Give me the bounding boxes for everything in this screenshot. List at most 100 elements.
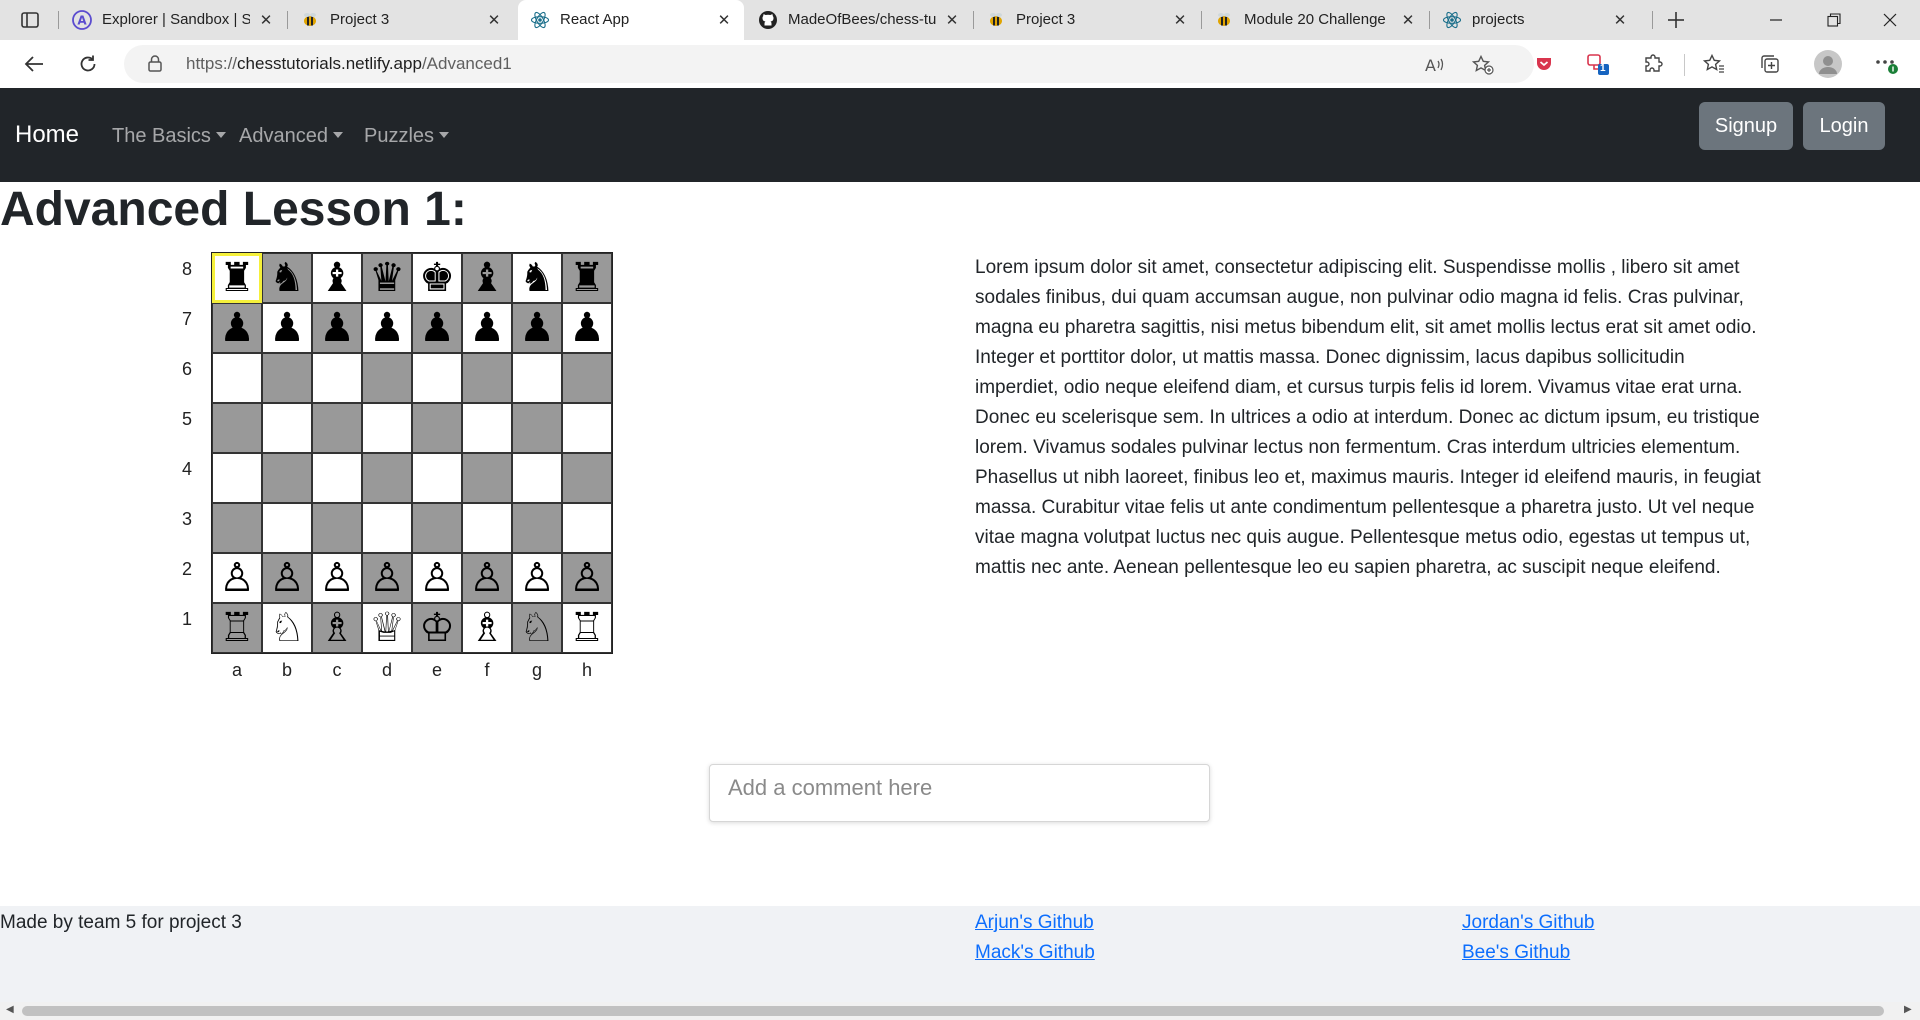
board-square-f5[interactable] — [462, 403, 512, 453]
board-square-b3[interactable] — [262, 503, 312, 553]
board-square-a3[interactable] — [212, 503, 262, 553]
board-square-a5[interactable] — [212, 403, 262, 453]
board-square-g8[interactable]: ♞ — [512, 253, 562, 303]
close-tab-icon[interactable]: ✕ — [942, 10, 962, 30]
board-square-b2[interactable]: ♙ — [262, 553, 312, 603]
board-square-h5[interactable] — [562, 403, 612, 453]
nav-dropdown-advanced[interactable]: Advanced — [239, 125, 343, 148]
board-square-c1[interactable]: ♗ — [312, 603, 362, 653]
browser-tab-1[interactable]: A Explorer | Sandbox | St ✕ — [60, 0, 286, 40]
url-text[interactable]: https://chesstutorials.netlify.app/Advan… — [186, 54, 512, 74]
board-square-f3[interactable] — [462, 503, 512, 553]
board-square-c3[interactable] — [312, 503, 362, 553]
jordan-github-link[interactable]: Jordan's Github — [1462, 912, 1594, 934]
add-favorite-icon[interactable] — [1472, 54, 1494, 76]
board-square-d8[interactable]: ♛ — [362, 253, 412, 303]
comment-input[interactable] — [728, 773, 1188, 803]
board-square-e1[interactable]: ♔ — [412, 603, 462, 653]
board-square-e4[interactable] — [412, 453, 462, 503]
scroll-left-icon[interactable]: ◀ — [6, 1004, 14, 1015]
board-square-e3[interactable] — [412, 503, 462, 553]
board-square-c6[interactable] — [312, 353, 362, 403]
address-bar[interactable]: https://chesstutorials.netlify.app/Advan… — [124, 45, 1534, 83]
arjun-github-link[interactable]: Arjun's Github — [975, 912, 1094, 934]
close-tab-icon[interactable]: ✕ — [714, 10, 734, 30]
board-square-a2[interactable]: ♙ — [212, 553, 262, 603]
board-square-c4[interactable] — [312, 453, 362, 503]
board-square-h4[interactable] — [562, 453, 612, 503]
board-square-b4[interactable] — [262, 453, 312, 503]
board-square-a4[interactable] — [212, 453, 262, 503]
close-tab-icon[interactable]: ✕ — [1610, 10, 1630, 30]
board-square-a1[interactable]: ♖ — [212, 603, 262, 653]
board-square-d3[interactable] — [362, 503, 412, 553]
profile-avatar-icon[interactable] — [1812, 48, 1844, 80]
mack-github-link[interactable]: Mack's Github — [975, 942, 1095, 964]
board-square-c7[interactable]: ♟ — [312, 303, 362, 353]
read-aloud-icon[interactable]: A — [1424, 54, 1446, 76]
board-square-h2[interactable]: ♙ — [562, 553, 612, 603]
browser-tab-5[interactable]: Project 3 ✕ — [974, 0, 1200, 40]
board-square-d5[interactable] — [362, 403, 412, 453]
board-square-f4[interactable] — [462, 453, 512, 503]
back-icon[interactable] — [18, 48, 50, 80]
board-square-f8[interactable]: ♝ — [462, 253, 512, 303]
board-square-b7[interactable]: ♟ — [262, 303, 312, 353]
board-square-e7[interactable]: ♟ — [412, 303, 462, 353]
board-square-g1[interactable]: ♘ — [512, 603, 562, 653]
close-window-icon[interactable] — [1862, 0, 1918, 40]
tab-actions-icon[interactable] — [16, 6, 44, 34]
board-square-d4[interactable] — [362, 453, 412, 503]
board-square-d1[interactable]: ♕ — [362, 603, 412, 653]
extension-notification-icon[interactable]: 1 — [1584, 50, 1612, 78]
board-square-e8[interactable]: ♚ — [412, 253, 462, 303]
board-square-g6[interactable] — [512, 353, 562, 403]
close-tab-icon[interactable]: ✕ — [1170, 10, 1190, 30]
settings-more-icon[interactable] — [1872, 50, 1900, 78]
board-square-a7[interactable]: ♟ — [212, 303, 262, 353]
nav-dropdown-puzzles[interactable]: Puzzles — [364, 125, 450, 148]
board-square-d6[interactable] — [362, 353, 412, 403]
board-square-b6[interactable] — [262, 353, 312, 403]
horizontal-scrollbar[interactable]: ◀ ▶ — [0, 1002, 1920, 1020]
signup-button[interactable]: Signup — [1699, 102, 1793, 150]
extensions-icon[interactable] — [1640, 50, 1668, 78]
board-square-d7[interactable]: ♟ — [362, 303, 412, 353]
home-link[interactable]: Home — [15, 121, 79, 149]
board-square-g7[interactable]: ♟ — [512, 303, 562, 353]
board-square-h7[interactable]: ♟ — [562, 303, 612, 353]
board-square-c5[interactable] — [312, 403, 362, 453]
board-square-g5[interactable] — [512, 403, 562, 453]
board-square-a6[interactable] — [212, 353, 262, 403]
login-button[interactable]: Login — [1803, 102, 1885, 150]
board-square-g3[interactable] — [512, 503, 562, 553]
scroll-right-icon[interactable]: ▶ — [1904, 1004, 1912, 1015]
nav-dropdown-the-basics[interactable]: The Basics — [112, 125, 226, 148]
minimize-icon[interactable] — [1748, 0, 1804, 40]
collections-icon[interactable] — [1756, 50, 1784, 78]
board-square-h6[interactable] — [562, 353, 612, 403]
board-square-f1[interactable]: ♗ — [462, 603, 512, 653]
browser-tab-3-active[interactable]: React App ✕ — [518, 0, 744, 40]
browser-tab-7[interactable]: projects ✕ — [1430, 0, 1640, 40]
scrollbar-thumb[interactable] — [22, 1006, 1884, 1016]
board-square-h1[interactable]: ♖ — [562, 603, 612, 653]
refresh-icon[interactable] — [72, 48, 104, 80]
board-square-b1[interactable]: ♘ — [262, 603, 312, 653]
board-square-g4[interactable] — [512, 453, 562, 503]
board-square-e6[interactable] — [412, 353, 462, 403]
board-square-h3[interactable] — [562, 503, 612, 553]
board-square-h8[interactable]: ♜ — [562, 253, 612, 303]
board-square-c8[interactable]: ♝ — [312, 253, 362, 303]
lock-icon[interactable] — [148, 55, 162, 77]
close-tab-icon[interactable]: ✕ — [256, 10, 276, 30]
favorites-icon[interactable] — [1700, 50, 1728, 78]
board-square-b8[interactable]: ♞ — [262, 253, 312, 303]
close-tab-icon[interactable]: ✕ — [484, 10, 504, 30]
board-square-g2[interactable]: ♙ — [512, 553, 562, 603]
browser-tab-2[interactable]: Project 3 ✕ — [288, 0, 514, 40]
board-square-a8[interactable]: ♜ — [212, 253, 262, 303]
board-square-f6[interactable] — [462, 353, 512, 403]
board-square-c2[interactable]: ♙ — [312, 553, 362, 603]
board-square-f2[interactable]: ♙ — [462, 553, 512, 603]
